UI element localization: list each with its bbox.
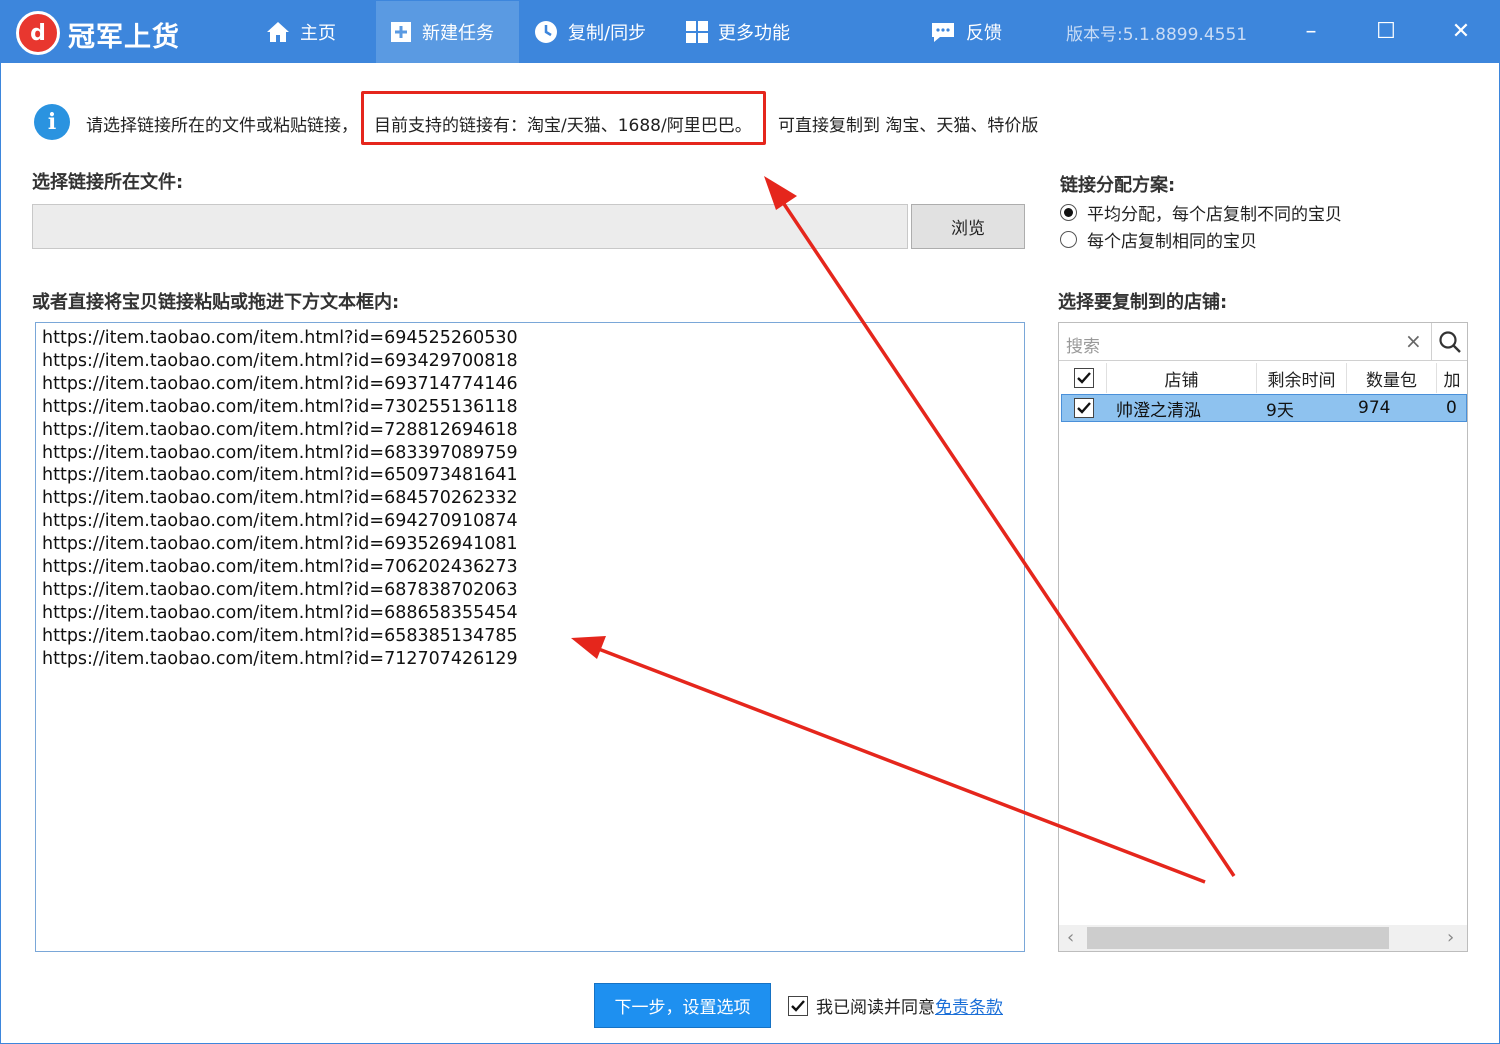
version-label: 版本号:5.1.8899.4551 xyxy=(1066,25,1248,45)
info-text-part3: 可直接复制到 淘宝、天猫、特价版 xyxy=(778,116,1039,136)
clock-icon xyxy=(535,20,557,43)
nav-home[interactable]: 主页 xyxy=(252,0,350,63)
column-header-shop[interactable]: 店铺 xyxy=(1107,363,1257,393)
nav-feedback-label: 反馈 xyxy=(966,22,1002,44)
cell-extra: 0 xyxy=(1446,398,1457,418)
link-line: https://item.taobao.com/item.html?id=706… xyxy=(42,557,518,578)
cell-shop: 帅澄之清泓 xyxy=(1116,400,1201,421)
file-section-label: 选择链接所在文件: xyxy=(32,172,184,193)
row-checkbox[interactable] xyxy=(1074,395,1094,421)
clear-icon[interactable]: × xyxy=(1405,329,1422,353)
nav-new-task[interactable]: 新建任务 xyxy=(376,0,519,63)
maximize-button[interactable]: ☐ xyxy=(1356,0,1416,63)
horizontal-scrollbar[interactable]: ‹ › xyxy=(1059,925,1467,951)
disclaimer-link[interactable]: 免责条款 xyxy=(935,993,1003,1018)
radio-unchecked-icon[interactable] xyxy=(1060,231,1077,248)
shop-grid-header: 店铺 剩余时间 数量包 加 xyxy=(1061,363,1467,393)
close-button[interactable]: ✕ xyxy=(1431,0,1491,63)
close-icon: ✕ xyxy=(1451,19,1471,44)
nav-new-task-label: 新建任务 xyxy=(422,22,494,44)
feedback-icon xyxy=(932,22,954,42)
agree-terms[interactable]: 我已阅读并同意 免责条款 xyxy=(788,993,1003,1018)
distribution-option-label: 每个店复制相同的宝贝 xyxy=(1087,232,1257,252)
link-line: https://item.taobao.com/item.html?id=693… xyxy=(42,373,518,394)
shop-list-panel: 搜索 × 店铺 剩余时间 数量包 加 帅澄之清泓 9天 974 0 ‹ › xyxy=(1058,322,1468,952)
link-line: https://item.taobao.com/item.html?id=728… xyxy=(42,419,518,440)
column-header-packages[interactable]: 数量包 xyxy=(1347,363,1437,393)
cell-packages: 974 xyxy=(1358,398,1391,418)
file-path-input[interactable] xyxy=(32,204,908,249)
agree-text: 我已阅读并同意 xyxy=(816,998,935,1018)
maximize-icon: ☐ xyxy=(1376,19,1396,44)
shop-search-input[interactable]: 搜索 xyxy=(1066,332,1100,357)
distribution-option-same[interactable]: 每个店复制相同的宝贝 xyxy=(1060,227,1257,252)
search-icon xyxy=(1438,331,1461,353)
info-icon: i xyxy=(34,104,70,140)
column-header-extra[interactable]: 加 xyxy=(1437,363,1467,393)
home-icon xyxy=(267,21,289,42)
checkbox-checked-icon[interactable] xyxy=(1073,368,1094,388)
shops-section-label: 选择要复制到的店铺: xyxy=(1058,292,1228,313)
link-line: https://item.taobao.com/item.html?id=693… xyxy=(42,534,518,555)
distribution-option-average[interactable]: 平均分配，每个店复制不同的宝贝 xyxy=(1060,200,1342,225)
nav-copy-sync-label: 复制/同步 xyxy=(568,22,647,44)
link-line: https://item.taobao.com/item.html?id=650… xyxy=(42,465,518,486)
annotation-highlight-box xyxy=(361,91,766,145)
scroll-right-icon[interactable]: › xyxy=(1447,927,1454,948)
link-line: https://item.taobao.com/item.html?id=694… xyxy=(42,328,518,348)
nav-more[interactable]: 更多功能 xyxy=(672,0,804,63)
link-line: https://item.taobao.com/item.html?id=712… xyxy=(42,648,518,669)
link-line: https://item.taobao.com/item.html?id=687… xyxy=(42,579,518,600)
shop-search-bar: 搜索 × xyxy=(1059,323,1467,361)
scroll-left-icon[interactable]: ‹ xyxy=(1067,927,1074,948)
minimize-icon: – xyxy=(1305,19,1317,44)
new-task-icon xyxy=(391,21,411,42)
minimize-button[interactable]: – xyxy=(1281,0,1341,63)
nav-more-label: 更多功能 xyxy=(718,22,790,44)
nav-home-label: 主页 xyxy=(300,22,336,44)
app-logo-icon: d xyxy=(16,11,60,55)
link-line: https://item.taobao.com/item.html?id=684… xyxy=(42,488,518,509)
nav-copy-sync[interactable]: 复制/同步 xyxy=(520,0,660,63)
browse-button[interactable]: 浏览 xyxy=(911,204,1025,249)
link-line: https://item.taobao.com/item.html?id=730… xyxy=(42,396,518,417)
checkbox-checked-icon[interactable] xyxy=(1074,398,1094,418)
cell-remaining: 9天 xyxy=(1266,400,1294,421)
title-bar: d 冠军上货 主页 新建任务 复制/同步 更多功能 反馈 版本号:5.1.889… xyxy=(0,0,1500,63)
table-row[interactable]: 帅澄之清泓 9天 974 0 xyxy=(1061,394,1467,422)
links-textarea[interactable]: https://item.taobao.com/item.html?id=694… xyxy=(35,322,1025,952)
nav-feedback[interactable]: 反馈 xyxy=(916,0,1016,63)
column-header-remaining[interactable]: 剩余时间 xyxy=(1257,363,1347,393)
link-line: https://item.taobao.com/item.html?id=658… xyxy=(42,625,518,646)
checkbox-checked-icon[interactable] xyxy=(788,995,808,1016)
link-line: https://item.taobao.com/item.html?id=694… xyxy=(42,511,518,532)
paste-section-label: 或者直接将宝贝链接粘贴或拖进下方文本框内: xyxy=(32,292,400,313)
link-line: https://item.taobao.com/item.html?id=693… xyxy=(42,350,518,371)
link-line: https://item.taobao.com/item.html?id=688… xyxy=(42,602,518,623)
info-text-part1: 请选择链接所在的文件或粘贴链接， xyxy=(86,116,358,136)
scrollbar-thumb[interactable] xyxy=(1087,927,1389,949)
app-title: 冠军上货 xyxy=(68,22,180,53)
distribution-option-label: 平均分配，每个店复制不同的宝贝 xyxy=(1087,205,1342,225)
search-button[interactable] xyxy=(1431,323,1467,361)
next-step-button[interactable]: 下一步，设置选项 xyxy=(594,983,771,1028)
header-select-all[interactable] xyxy=(1061,363,1107,393)
link-line: https://item.taobao.com/item.html?id=683… xyxy=(42,442,518,463)
distribution-label: 链接分配方案: xyxy=(1060,175,1176,196)
grid-icon xyxy=(686,20,708,43)
radio-checked-icon[interactable] xyxy=(1060,204,1077,221)
